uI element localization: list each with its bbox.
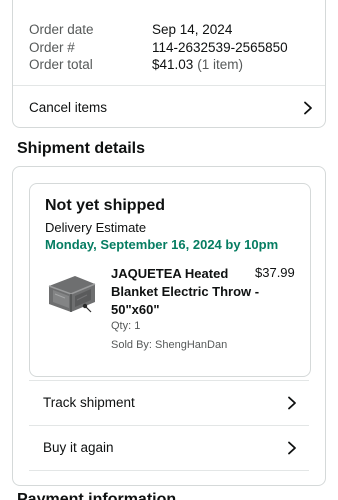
order-date-label: Order date xyxy=(29,22,94,38)
shipment-card: Not yet shipped Delivery Estimate Monday… xyxy=(12,166,326,486)
track-shipment-label: Track shipment xyxy=(43,395,135,410)
product-image[interactable] xyxy=(45,272,99,316)
delivery-estimate-label: Delivery Estimate xyxy=(45,220,147,235)
order-item-count: (1 item) xyxy=(197,57,244,73)
order-number-value: 114-2632539-2565850 xyxy=(152,39,288,55)
order-total-row: Order total $41.03 (1 item) xyxy=(29,56,315,74)
order-summary-card: Order date Sep 14, 2024 Order # 114-2632… xyxy=(12,0,326,128)
buy-it-again-button[interactable]: Buy it again xyxy=(29,425,309,469)
track-shipment-button[interactable]: Track shipment xyxy=(29,380,309,424)
cancel-items-button[interactable]: Cancel items xyxy=(13,86,325,129)
order-info-list: Order date Sep 14, 2024 Order # 114-2632… xyxy=(29,21,315,74)
payment-information-heading: Payment information xyxy=(17,491,177,500)
chevron-right-icon xyxy=(303,101,313,115)
chevron-right-icon xyxy=(287,441,297,455)
shipment-details-heading: Shipment details xyxy=(17,140,146,157)
order-date-value: Sep 14, 2024 xyxy=(152,22,233,38)
order-total-value: $41.03 xyxy=(152,57,194,73)
order-details-page: Order date Sep 14, 2024 Order # 114-2632… xyxy=(0,0,338,500)
product-seller: Sold By: ShengHanDan xyxy=(111,339,228,351)
order-number-row: Order # 114-2632539-2565850 xyxy=(29,39,315,57)
order-total-label: Order total xyxy=(29,57,93,73)
cancel-items-label: Cancel items xyxy=(29,100,108,115)
product-price: $37.99 xyxy=(255,265,295,280)
shipment-item-card: Not yet shipped Delivery Estimate Monday… xyxy=(29,183,311,377)
chevron-right-icon xyxy=(287,396,297,410)
delivery-date: Monday, September 16, 2024 by 10pm xyxy=(45,237,279,252)
product-quantity: Qty: 1 xyxy=(111,320,141,332)
divider xyxy=(29,470,309,471)
shipment-status: Not yet shipped xyxy=(45,197,166,214)
order-number-label: Order # xyxy=(29,39,75,55)
buy-it-again-label: Buy it again xyxy=(43,440,114,455)
product-title-link[interactable]: JAQUETEA Heated Blanket Electric Throw -… xyxy=(111,265,261,319)
order-date-row: Order date Sep 14, 2024 xyxy=(29,21,315,39)
